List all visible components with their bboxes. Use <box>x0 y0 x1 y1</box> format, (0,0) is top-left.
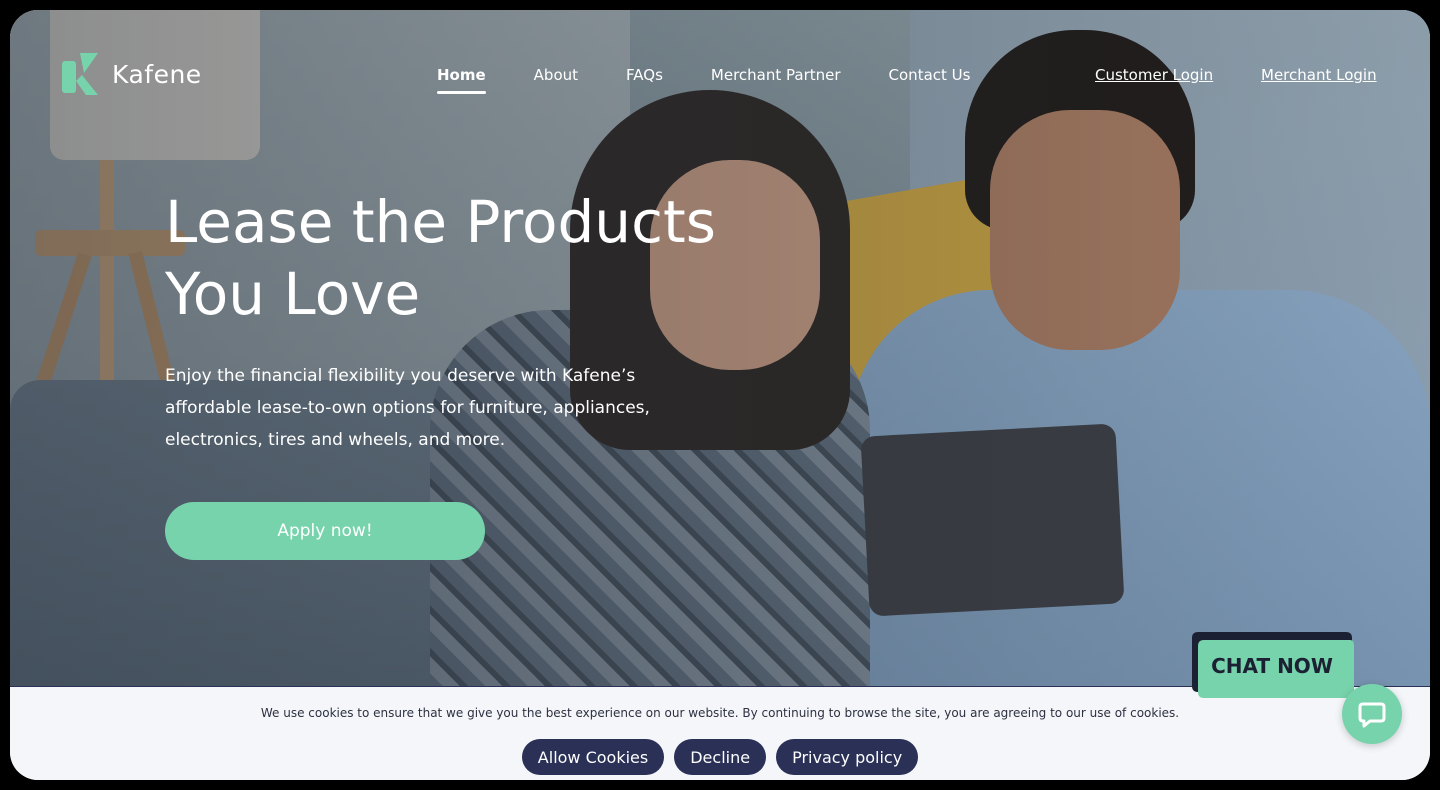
cookie-actions: Allow Cookies Decline Privacy policy <box>10 739 1430 775</box>
cookie-banner: We use cookies to ensure that we give yo… <box>10 686 1430 780</box>
nav-faqs[interactable]: FAQs <box>626 66 663 94</box>
chat-now-bubble[interactable]: CHAT NOW <box>1190 632 1354 698</box>
allow-cookies-button[interactable]: Allow Cookies <box>521 739 665 775</box>
kafene-logo-icon <box>62 53 98 95</box>
merchant-login-link[interactable]: Merchant Login <box>1261 66 1377 84</box>
kafene-logo[interactable]: Kafene <box>62 50 202 98</box>
hero-headline-line1: Lease the Products <box>165 188 716 256</box>
cookie-message: We use cookies to ensure that we give yo… <box>260 706 1180 720</box>
nav-about[interactable]: About <box>534 66 578 94</box>
main-nav: Home About FAQs Merchant Partner Contact… <box>437 66 1018 94</box>
chat-launcher-button[interactable] <box>1342 684 1402 744</box>
apply-now-button[interactable]: Apply now! <box>165 502 485 560</box>
hero-subtext: Enjoy the financial flexibility you dese… <box>165 366 650 450</box>
brand-name: Kafene <box>112 59 202 89</box>
nav-merchant-partner[interactable]: Merchant Partner <box>711 66 841 94</box>
hero-headline: Lease the Products You Love <box>165 186 785 330</box>
nav-home[interactable]: Home <box>437 66 486 94</box>
hero-headline-line2: You Love <box>165 260 421 328</box>
privacy-policy-button[interactable]: Privacy policy <box>776 739 919 775</box>
chat-icon <box>1358 702 1386 728</box>
hero-image <box>10 10 1430 686</box>
nav-contact-us[interactable]: Contact Us <box>889 66 971 94</box>
customer-login-link[interactable]: Customer Login <box>1095 66 1213 84</box>
chat-now-label: CHAT NOW <box>1211 654 1333 678</box>
decline-cookies-button[interactable]: Decline <box>674 739 767 775</box>
browser-viewport: Kafene Home About FAQs Merchant Partner … <box>10 10 1430 780</box>
